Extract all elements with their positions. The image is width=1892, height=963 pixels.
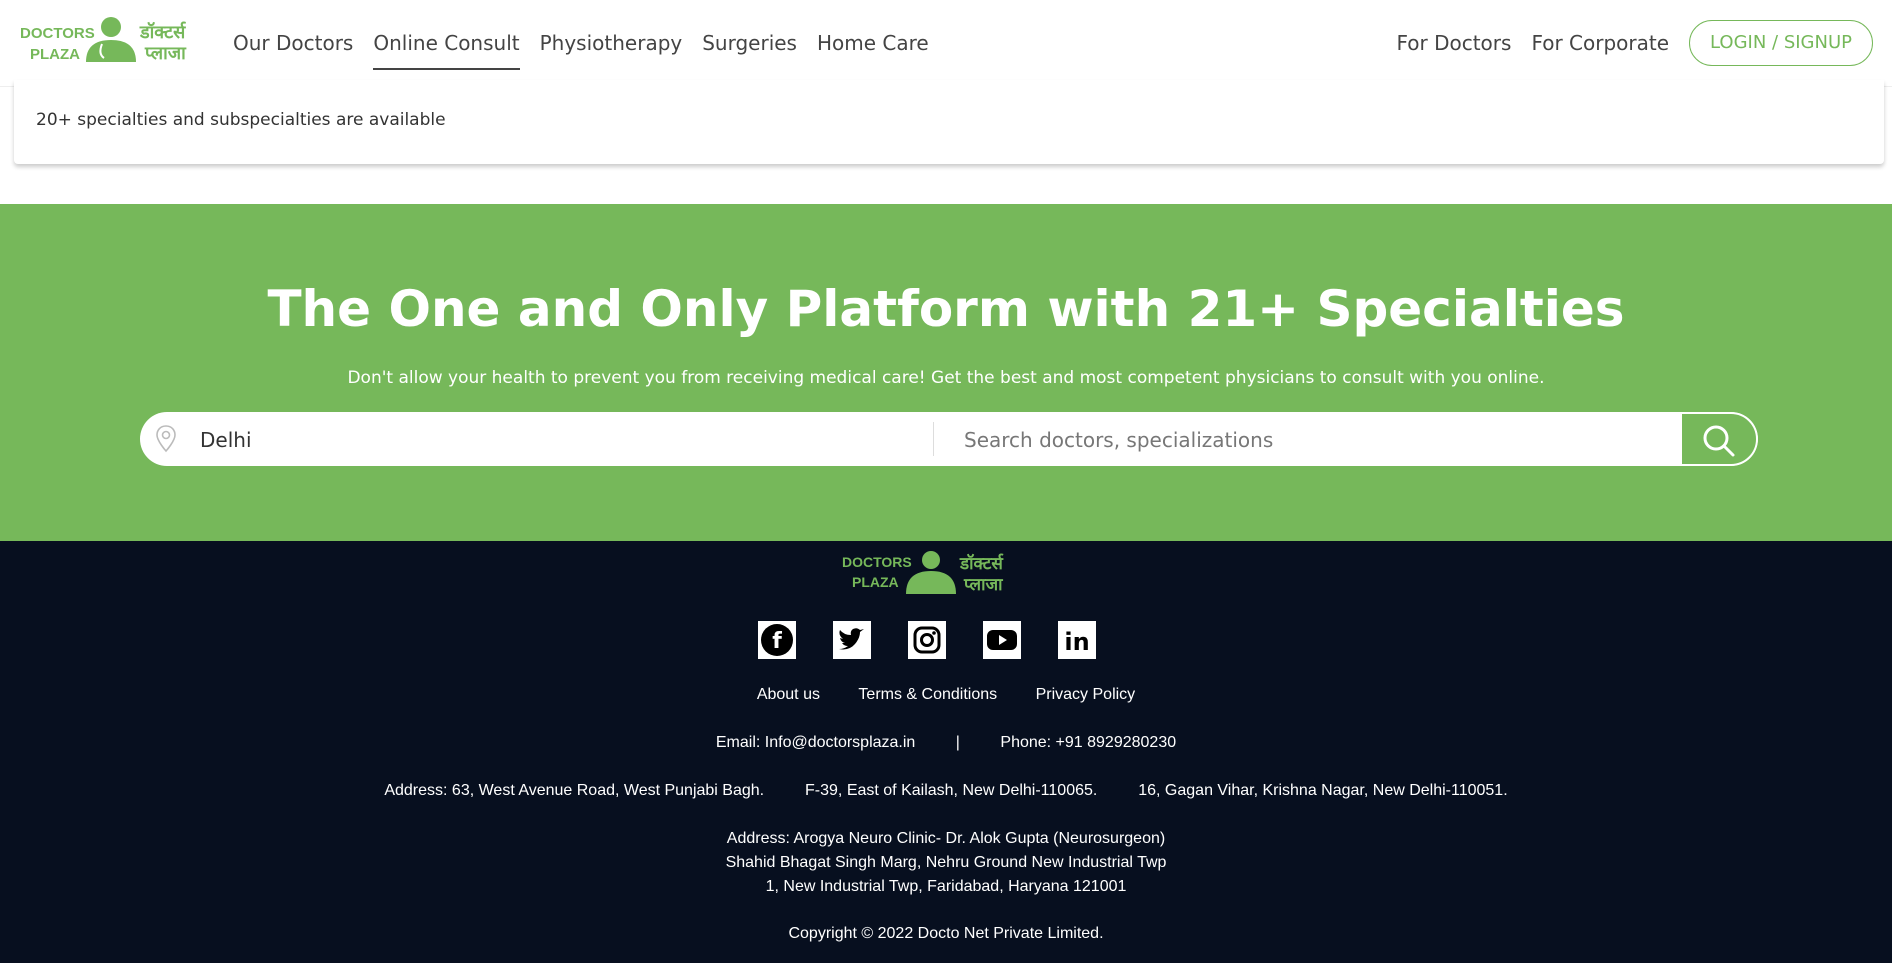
footer-logo-text-en-1: DOCTORS [842, 554, 912, 570]
nav-physiotherapy[interactable]: Physiotherapy [540, 0, 683, 86]
nav-right: For Doctors For Corporate LOGIN / SIGNUP [1396, 0, 1873, 86]
hero-subtitle: Don't allow your health to prevent you f… [347, 368, 1545, 388]
logo-text-hi-1: डॉक्टर्स [139, 21, 186, 43]
site-header: DOCTORS PLAZA डॉक्टर्स प्लाजा Our Doctor… [0, 0, 1892, 87]
privacy-policy-link[interactable]: Privacy Policy [1036, 686, 1136, 703]
search-icon [1703, 425, 1735, 457]
specialties-info-text: 20+ specialties and subspecialties are a… [36, 110, 446, 130]
logo-text-en-1: DOCTORS [20, 25, 95, 42]
doctor-search-input[interactable] [962, 412, 1758, 466]
site-footer: DOCTORS PLAZA डॉक्टर्स प्लाजा f in About… [0, 541, 1892, 963]
facebook-icon[interactable]: f [758, 621, 796, 659]
linkedin-icon[interactable]: in [1058, 621, 1096, 659]
search-divider [933, 422, 934, 456]
about-us-link[interactable]: About us [757, 686, 820, 703]
address-2: F-39, East of Kailash, New Delhi-110065. [805, 782, 1098, 799]
footer-phone[interactable]: Phone: +91 8929280230 [1000, 734, 1176, 751]
svg-text:f: f [772, 629, 782, 654]
address-3: 16, Gagan Vihar, Krishna Nagar, New Delh… [1138, 782, 1508, 799]
youtube-icon[interactable] [983, 621, 1021, 659]
copyright-text: Copyright © 2022 Docto Net Private Limit… [788, 925, 1104, 942]
address-1: Address: 63, West Avenue Road, West Punj… [384, 782, 765, 799]
clinic-address-line-3: 1, New Industrial Twp, Faridabad, Haryan… [765, 878, 1127, 895]
logo-text-en-2: PLAZA [30, 46, 80, 63]
address-line: Address: 63, West Avenue Road, West Punj… [0, 782, 1892, 800]
footer-logo-text-en-2: PLAZA [852, 574, 899, 590]
nav-for-corporate[interactable]: For Corporate [1531, 0, 1669, 86]
nav-online-consult[interactable]: Online Consult [373, 0, 520, 86]
location-pin-icon [154, 424, 178, 454]
footer-logo-text-hi-1: डॉक्टर्स [959, 553, 1004, 574]
footer-logo-text-hi-2: प्लाजा [963, 575, 1003, 595]
main-nav: Our Doctors Online Consult Physiotherapy… [233, 0, 949, 86]
nav-our-doctors[interactable]: Our Doctors [233, 0, 353, 86]
nav-home-care[interactable]: Home Care [817, 0, 929, 86]
clinic-address-line-2: Shahid Bhagat Singh Marg, Nehru Ground N… [725, 854, 1167, 871]
login-signup-button[interactable]: LOGIN / SIGNUP [1689, 20, 1873, 66]
contact-line: Email: Info@doctorsplaza.in | Phone: +91… [0, 734, 1892, 752]
contact-separator: | [955, 734, 960, 751]
brand-logo[interactable]: DOCTORS PLAZA डॉक्टर्स प्लाजा [20, 14, 200, 72]
search-button[interactable] [1680, 412, 1758, 466]
nav-surgeries[interactable]: Surgeries [702, 0, 797, 86]
nav-for-doctors[interactable]: For Doctors [1396, 0, 1511, 86]
footer-links: About us Terms & Conditions Privacy Poli… [0, 686, 1892, 704]
footer-email[interactable]: Email: Info@doctorsplaza.in [716, 734, 915, 751]
social-links: f in [758, 621, 1133, 659]
terms-link[interactable]: Terms & Conditions [858, 686, 997, 703]
clinic-address-line-1: Address: Arogya Neuro Clinic- Dr. Alok G… [726, 830, 1166, 847]
svg-text:in: in [1064, 628, 1089, 656]
hero-title: The One and Only Platform with 21+ Speci… [267, 280, 1625, 338]
hero-section: The One and Only Platform with 21+ Speci… [0, 204, 1892, 541]
logo-text-hi-2: प्लाजा [144, 43, 187, 64]
instagram-icon[interactable] [908, 621, 946, 659]
twitter-icon[interactable] [833, 621, 871, 659]
specialties-info-card: 20+ specialties and subspecialties are a… [14, 80, 1884, 164]
search-bar [140, 412, 1758, 466]
footer-logo[interactable]: DOCTORS PLAZA डॉक्टर्स प्लाजा [840, 549, 1020, 599]
